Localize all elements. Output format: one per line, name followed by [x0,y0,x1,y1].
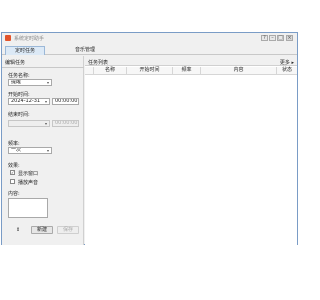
task-name-dropdown[interactable]: 提醒 ▾ [8,79,52,86]
show-window-checkbox[interactable]: ✓ [10,170,15,175]
start-time-label: 开始时间: [8,92,30,98]
task-table-header: 名称 开始时间 频率 内容 状态 [85,67,297,75]
column-frequency[interactable]: 频率 [173,67,201,75]
frequency-value: 一次 [11,147,22,153]
start-date-picker[interactable]: 2024-12-31 ▾ [8,98,50,105]
app-window: 系统定时助手 ? – □ × 定时任务 音乐管理 编辑任务 任务名称: 提醒 ▾… [1,32,298,245]
end-time-value: 00:00:00 [55,120,78,126]
edit-task-panel: 编辑任务 任务名称: 提醒 ▾ 开始时间: 2024-12-31 ▾ 00:00… [2,56,84,245]
end-time-label: 结束时间: [8,112,30,118]
edit-panel-heading: 编辑任务 [5,60,26,66]
more-menu-button[interactable]: 更多 ▸ [280,59,294,66]
row-indicator-column [85,67,94,75]
minimize-button[interactable]: – [269,35,276,41]
end-time-field[interactable]: 00:00:00 [52,120,79,127]
app-icon [5,35,11,41]
task-list-panel: 任务列表 更多 ▸ 名称 开始时间 频率 内容 状态 [85,56,297,245]
play-sound-label: 播放声音 [18,180,39,186]
task-table-body[interactable] [85,76,297,245]
task-list-header: 任务列表 更多 ▸ [85,56,297,66]
save-task-button[interactable]: 保存 [57,226,79,234]
start-time-field[interactable]: 00:00:00 [52,98,79,105]
frequency-dropdown[interactable]: 一次 ▾ [8,147,52,154]
panel-divider [2,67,84,68]
window-title: 系统定时助手 [14,36,45,42]
task-list-heading: 任务列表 [88,60,109,66]
end-date-picker[interactable]: ▾ [8,120,50,127]
content-label: 内容: [8,191,20,197]
show-window-label: 显示窗口 [18,171,39,177]
effects-label: 效果: [8,163,20,169]
new-task-button[interactable]: 新建 [31,226,53,234]
help-button[interactable]: ? [261,35,268,41]
chevron-down-icon: ▾ [46,148,49,153]
title-bar[interactable]: 系统定时助手 ? – □ × [2,33,297,43]
chevron-down-icon: ▾ [46,80,49,85]
tab-scheduled-tasks[interactable]: 定时任务 [5,46,45,55]
tab-bar: 定时任务 音乐管理 [2,44,297,55]
start-date-value: 2024-12-31 [11,98,41,104]
maximize-button[interactable]: □ [277,35,284,41]
task-name-label: 任务名称: [8,73,30,79]
tab-music-management[interactable]: 音乐管理 [60,46,110,55]
start-time-value: 00:00:00 [55,98,78,104]
column-start-time[interactable]: 开始时间 [127,67,173,75]
spinner-icon[interactable]: ⇕ [16,227,20,233]
column-status[interactable]: 状态 [277,67,297,75]
close-button[interactable]: × [286,35,293,41]
task-name-value: 提醒 [11,79,22,85]
frequency-label: 频率: [8,141,20,147]
chevron-down-icon: ▾ [44,99,47,104]
column-name[interactable]: 名称 [94,67,127,75]
chevron-down-icon: ▾ [44,121,47,126]
play-sound-checkbox[interactable] [10,179,15,184]
content-textarea[interactable] [8,198,48,218]
column-content[interactable]: 内容 [201,67,277,75]
